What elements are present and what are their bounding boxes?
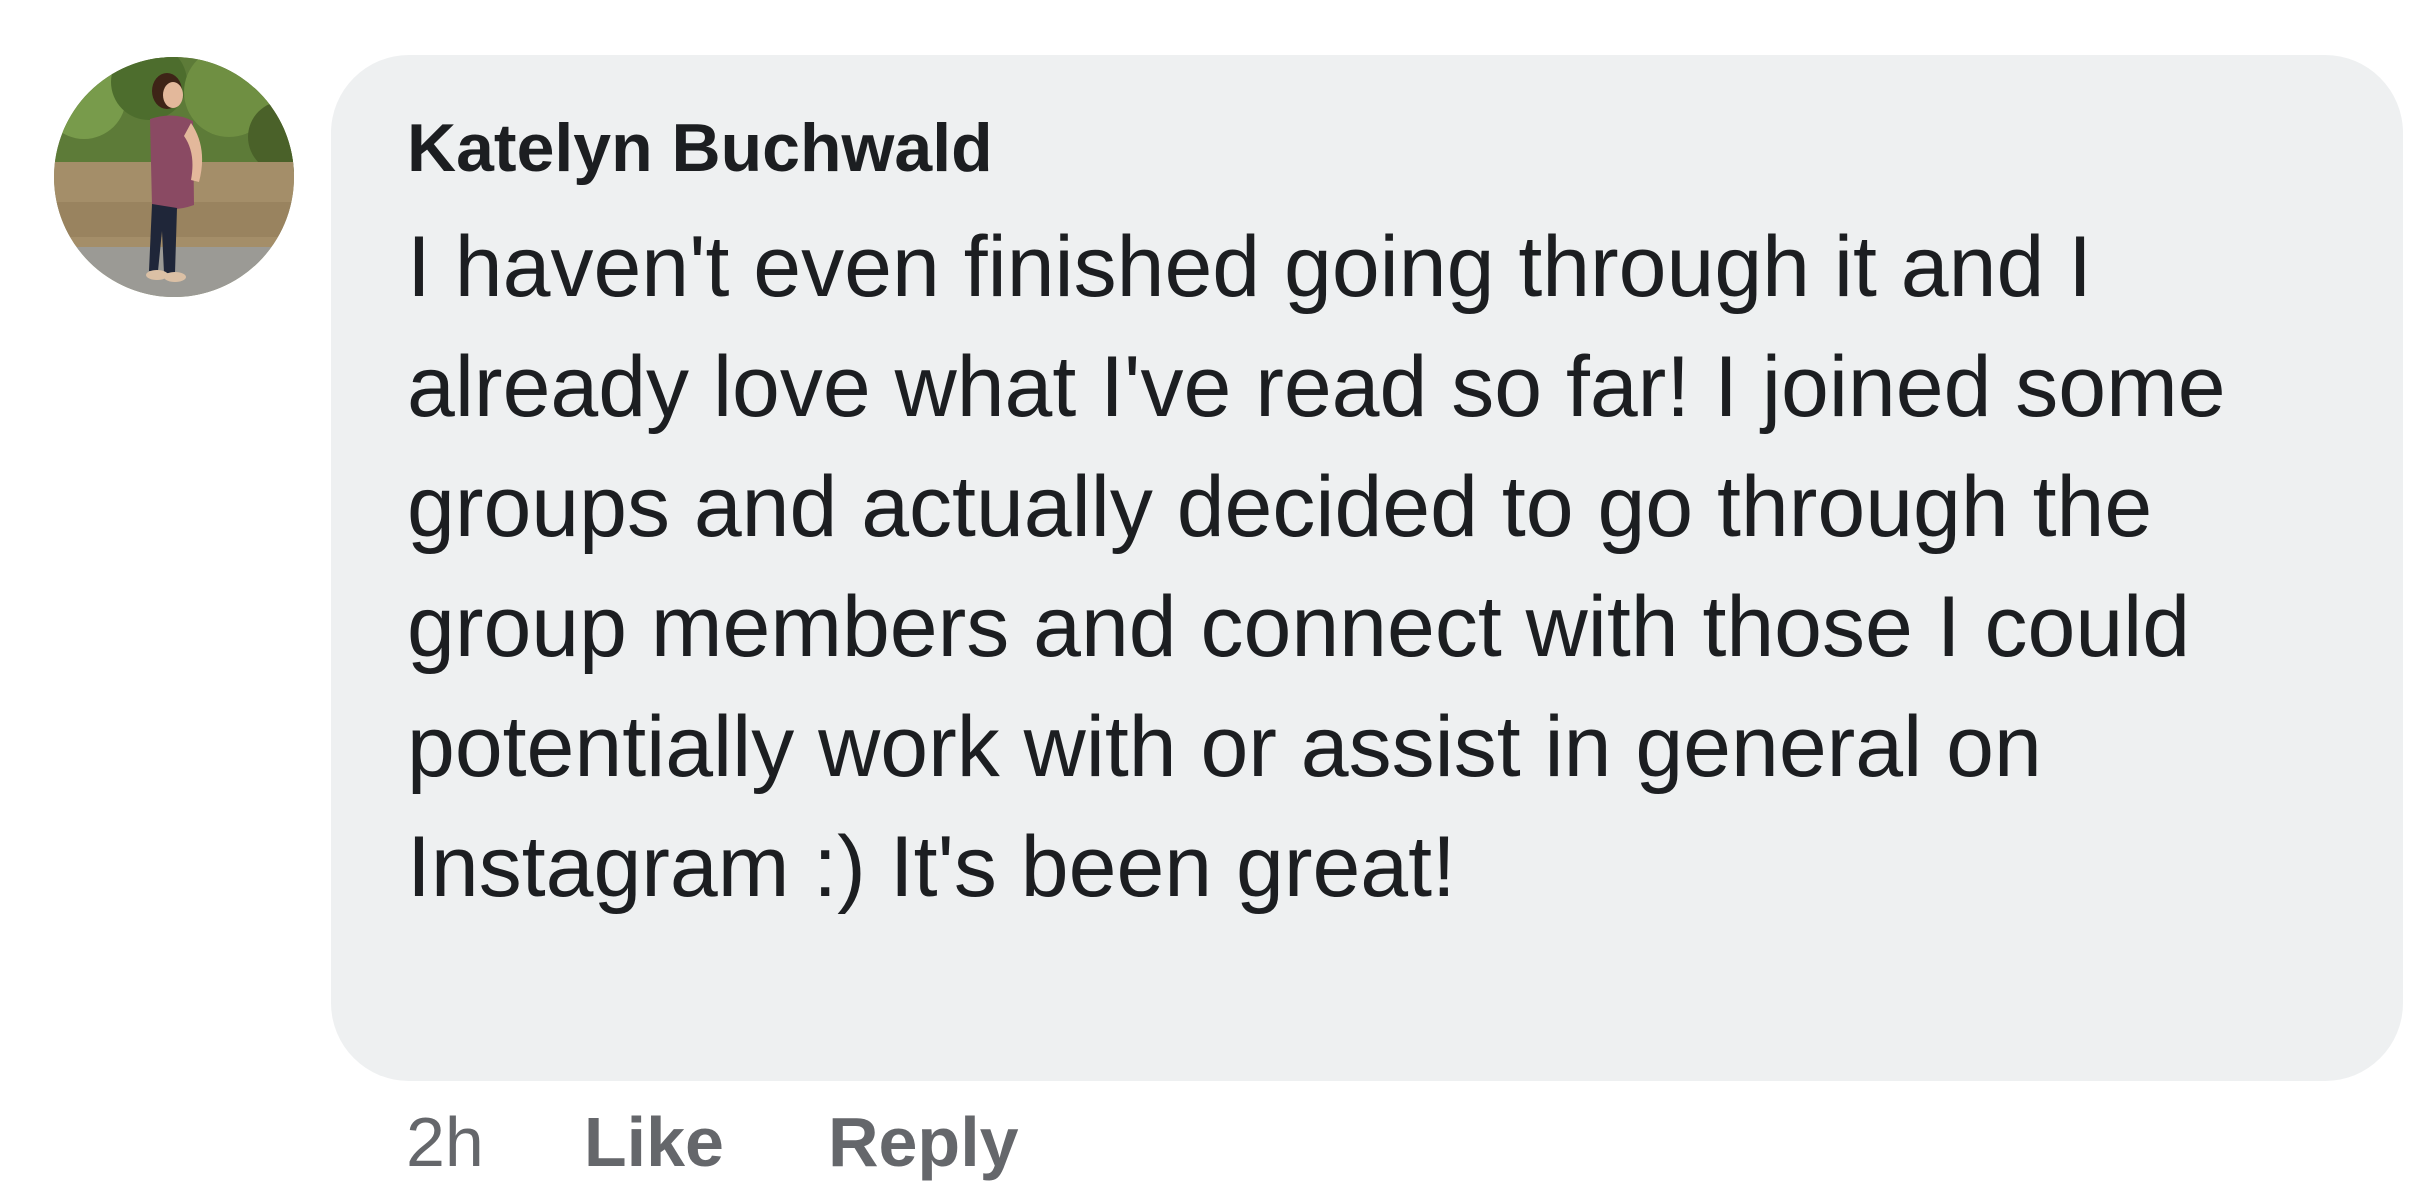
- comment-timestamp[interactable]: 2h: [406, 1102, 484, 1182]
- author-name[interactable]: Katelyn Buchwald: [407, 105, 2363, 191]
- avatar[interactable]: [54, 57, 294, 297]
- comment-bubble: Katelyn Buchwald I haven't even finished…: [331, 55, 2403, 1081]
- comment-actions: 2h Like Reply: [406, 1100, 1019, 1184]
- reply-button[interactable]: Reply: [828, 1102, 1019, 1182]
- like-button[interactable]: Like: [584, 1102, 724, 1182]
- comment-text: I haven't even finished going through it…: [407, 219, 2226, 915]
- avatar-photo: [54, 57, 294, 297]
- comment: Katelyn Buchwald I haven't even finished…: [0, 0, 2422, 1184]
